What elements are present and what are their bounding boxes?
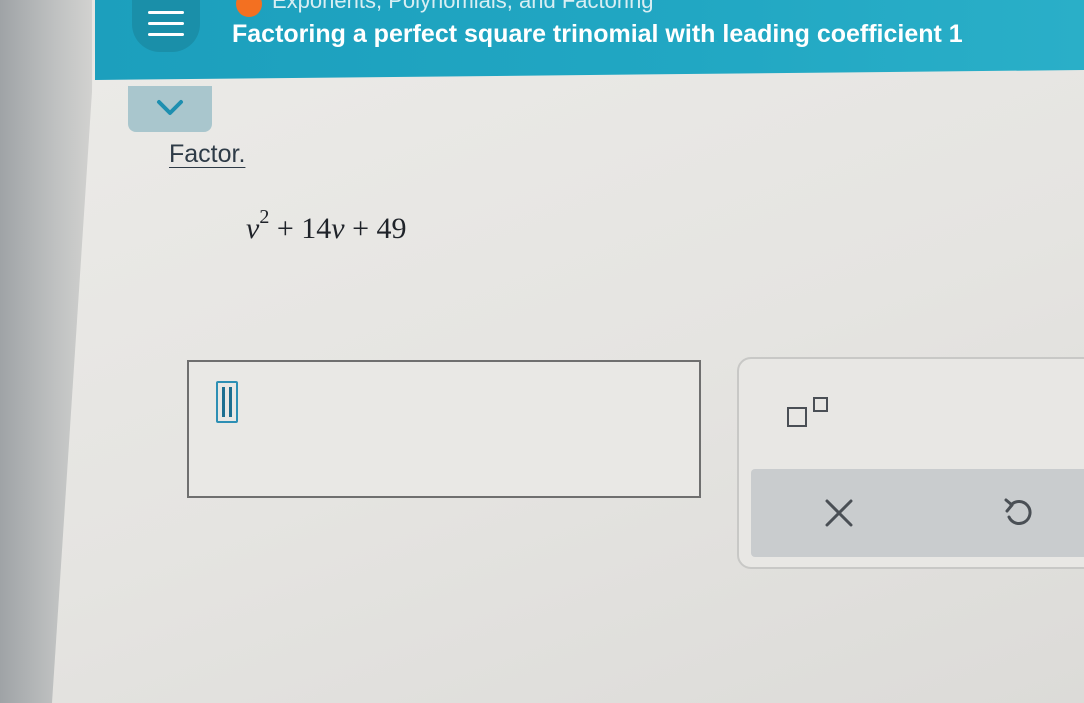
undo-button[interactable] (997, 491, 1041, 535)
exponent-button[interactable] (783, 393, 843, 441)
expression-variable: v (246, 212, 260, 245)
expression-variable: v (331, 212, 345, 245)
hamburger-icon (148, 11, 184, 14)
expression-term: + 49 (344, 212, 407, 245)
collapse-button[interactable] (128, 86, 212, 132)
answer-input[interactable] (187, 360, 701, 498)
expression-term: + 14 (269, 212, 332, 245)
menu-button[interactable] (132, 0, 200, 52)
instruction-text: Factor. (169, 140, 246, 168)
math-expression: v2 + 14v + 49 (246, 206, 407, 246)
hamburger-icon-line (148, 33, 184, 36)
page-title: Factoring a perfect square trinomial wit… (232, 20, 963, 48)
undo-icon (1004, 498, 1032, 525)
math-keypad (737, 357, 1084, 569)
keypad-action-bar (751, 469, 1084, 557)
hamburger-icon-line (148, 22, 184, 25)
superscript-icon-power (813, 397, 828, 412)
expression-exponent: 2 (259, 206, 270, 228)
text-cursor-icon (216, 381, 238, 423)
chevron-down-icon (157, 100, 183, 115)
superscript-icon (787, 407, 807, 427)
close-icon (825, 499, 853, 527)
topic-breadcrumb[interactable]: Exponents, Polynomials, and Factoring (272, 0, 654, 14)
clear-button[interactable] (817, 491, 861, 535)
